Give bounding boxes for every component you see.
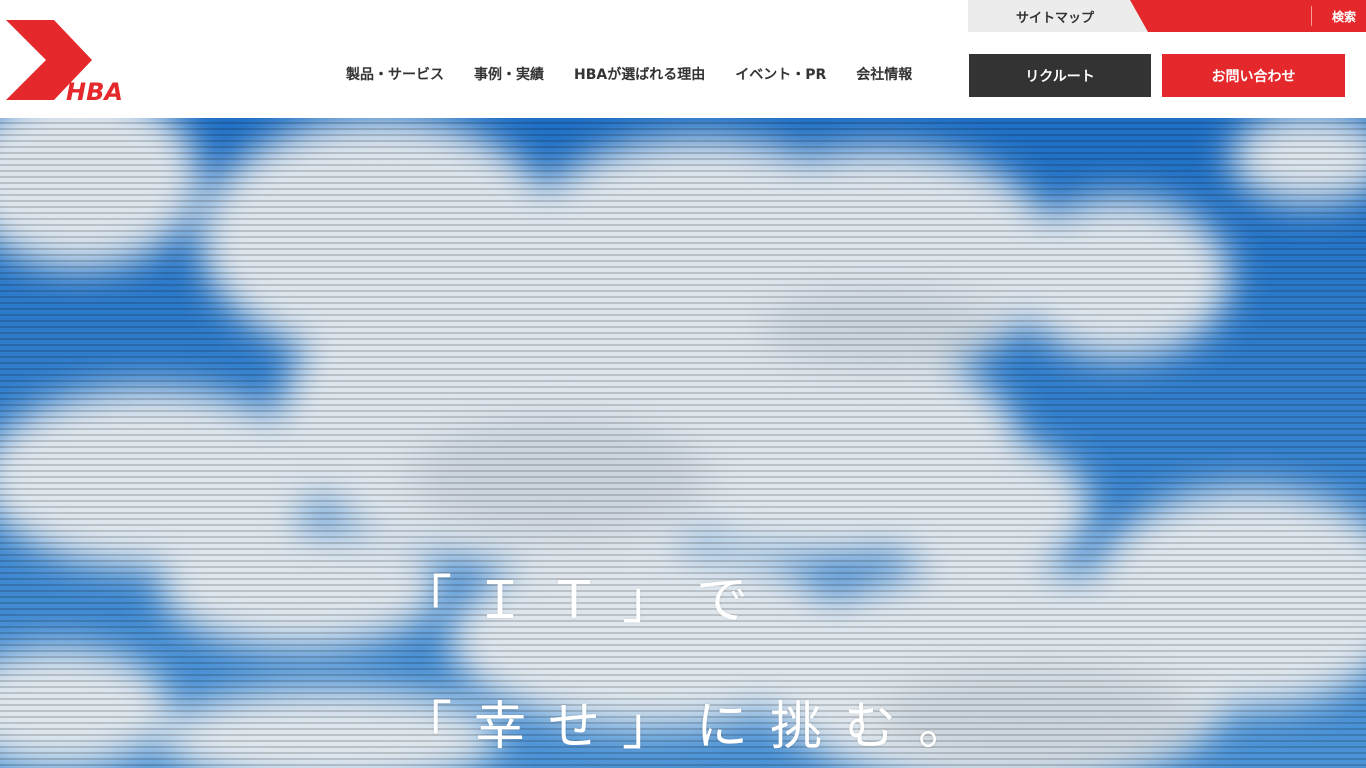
main-nav: 製品・サービス 事例・実績 HBAが選ばれる理由 イベント・PR 会社情報 bbox=[346, 64, 942, 84]
nav-item-events[interactable]: イベント・PR bbox=[735, 64, 826, 84]
nav-item-reasons[interactable]: HBAが選ばれる理由 bbox=[574, 64, 705, 84]
search-link[interactable]: 検索 bbox=[1332, 8, 1356, 25]
nav-item-products[interactable]: 製品・サービス bbox=[346, 64, 444, 84]
search-tab bbox=[1130, 0, 1366, 32]
sky-clouds-image bbox=[0, 118, 1366, 768]
utility-divider bbox=[1311, 6, 1312, 26]
nav-item-company[interactable]: 会社情報 bbox=[856, 64, 912, 84]
logo-text: HBA bbox=[66, 78, 123, 102]
site-header: HBA サイトマップ 検索 製品・サービス 事例・実績 HBAが選ばれる理由 イ… bbox=[0, 0, 1366, 118]
utility-bar: サイトマップ 検索 bbox=[968, 0, 1366, 32]
hero-tagline-line2: 「幸せ」に挑む。 bbox=[400, 697, 993, 757]
sitemap-link[interactable]: サイトマップ bbox=[1016, 7, 1094, 26]
contact-button[interactable]: お問い合わせ bbox=[1162, 54, 1345, 97]
hero-section: 「ＩＴ」で 「幸せ」に挑む。 bbox=[0, 118, 1366, 768]
sitemap-tab[interactable]: サイトマップ bbox=[968, 0, 1148, 32]
hero-tagline-line1: 「ＩＴ」で bbox=[400, 571, 771, 631]
nav-item-cases[interactable]: 事例・実績 bbox=[474, 64, 544, 84]
recruit-button[interactable]: リクルート bbox=[969, 54, 1151, 97]
hba-logo[interactable]: HBA bbox=[6, 20, 136, 102]
